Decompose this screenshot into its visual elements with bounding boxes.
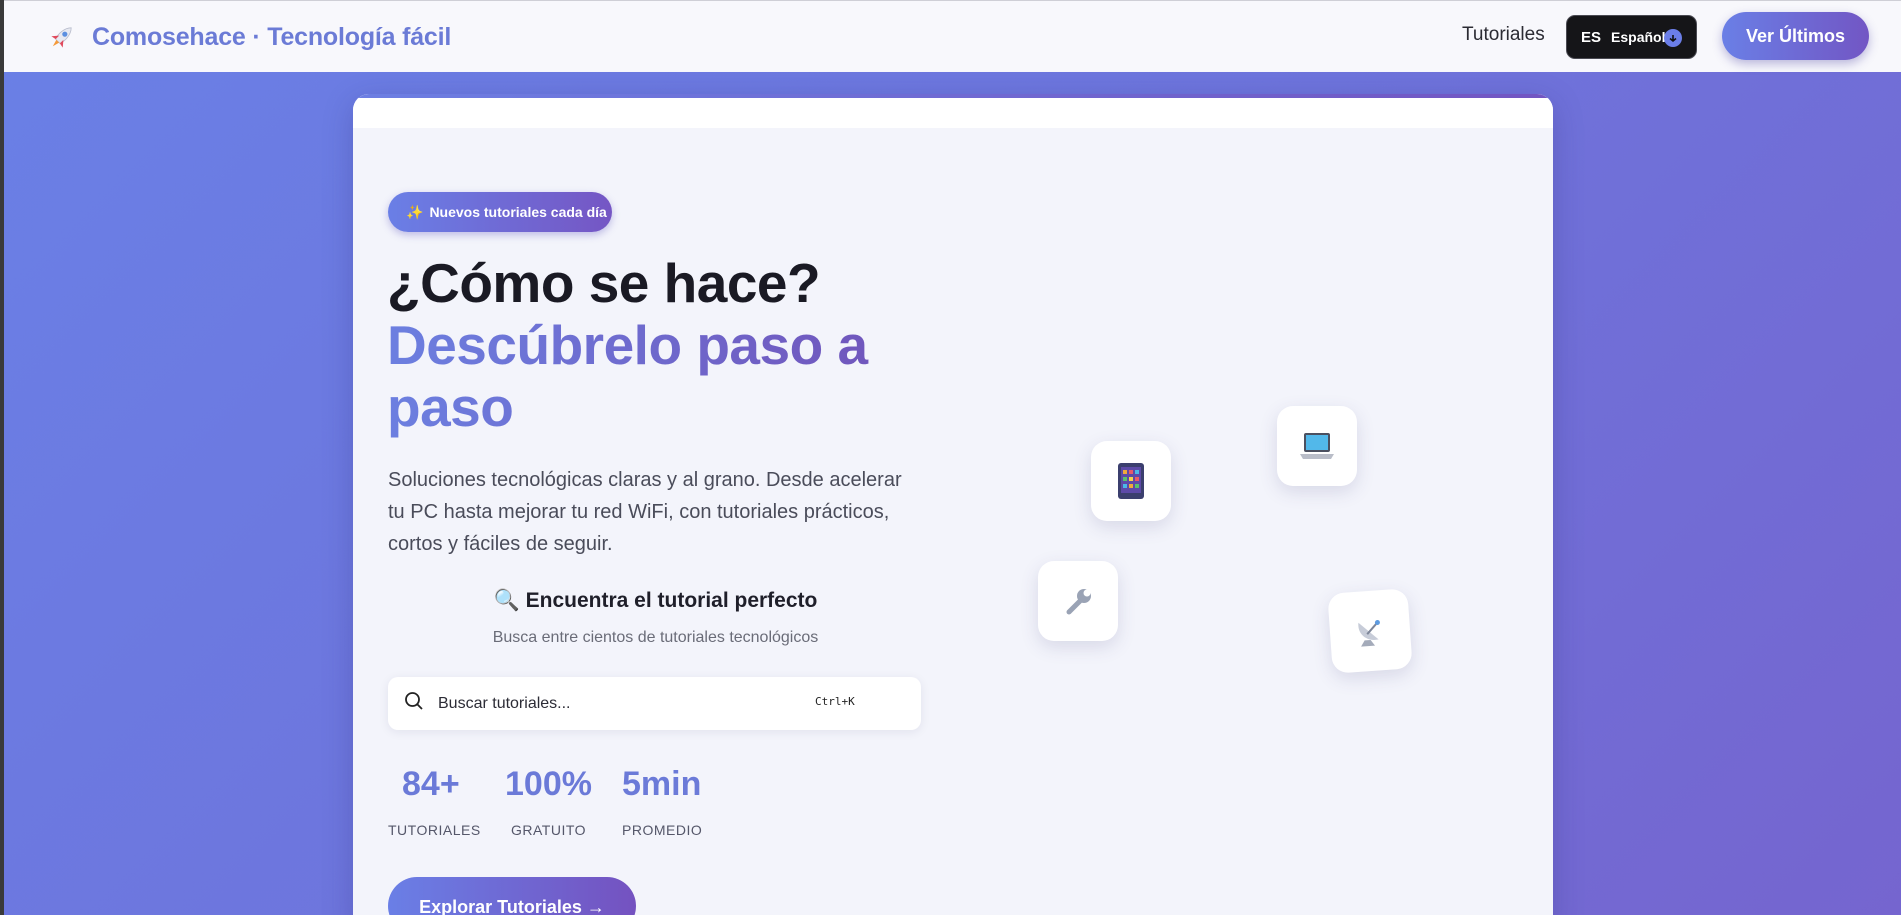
stat-label: TUTORIALES [388,822,481,838]
language-name: Español [1611,29,1666,45]
tablet-icon [1091,441,1171,521]
hero-description: Soluciones tecnológicas claras y al gran… [388,469,902,555]
window-edge [0,0,4,915]
view-latest-button[interactable]: Ver Últimos [1722,12,1869,60]
stat-value: 100% [505,765,592,803]
wrench-icon [1038,561,1118,641]
search-box[interactable]: Ctrl+K [388,677,921,730]
language-code: ES [1581,28,1602,46]
site-header: Comosehace · Tecnología fácil Tutoriales… [4,0,1901,72]
brand[interactable]: Comosehace · Tecnología fácil [44,19,451,55]
search-icon [404,691,424,716]
search-shortcut: Ctrl+K [815,695,855,708]
stat-average: 5min PROMEDIO [622,765,702,838]
language-selector[interactable]: ES Español [1566,15,1697,59]
stat-value: 84+ [402,765,460,803]
stat-label: PROMEDIO [622,822,703,838]
hero-card: ✨ Nuevos tutoriales cada día ¿Cómo se ha… [353,94,1553,915]
stat-label: GRATUITO [511,822,587,838]
badge-label: Nuevos tutoriales cada día [429,204,607,220]
new-tutorials-badge: ✨ Nuevos tutoriales cada día [388,192,612,232]
laptop-icon [1277,406,1357,486]
sparkle-icon: ✨ [406,203,424,220]
finder-title: 🔍 Encuentra el tutorial perfecto [388,589,923,613]
hero-title-accent: Descúbrelo paso a paso [387,314,947,438]
stat-free: 100% GRATUITO [505,765,592,838]
search-input[interactable] [438,694,798,713]
stat-tutorials: 84+ TUTORIALES [388,765,481,838]
rocket-icon [44,19,80,55]
chevron-down-icon [1664,29,1682,47]
stat-value: 5min [622,765,702,803]
satellite-dish-icon [1327,588,1413,674]
card-top-bar [353,94,1553,128]
finder-title-text: Encuentra el tutorial perfecto [525,589,818,612]
nav-tutorials-link[interactable]: Tutoriales [1462,24,1545,46]
finder-subtitle: Busca entre cientos de tutoriales tecnol… [492,629,819,646]
brand-title: Comosehace · Tecnología fácil [92,22,452,51]
explore-tutorials-button[interactable]: Explorar Tutoriales → [388,877,636,915]
magnifier-icon: 🔍 [493,589,520,612]
hero-title: ¿Cómo se hace? [387,252,821,314]
